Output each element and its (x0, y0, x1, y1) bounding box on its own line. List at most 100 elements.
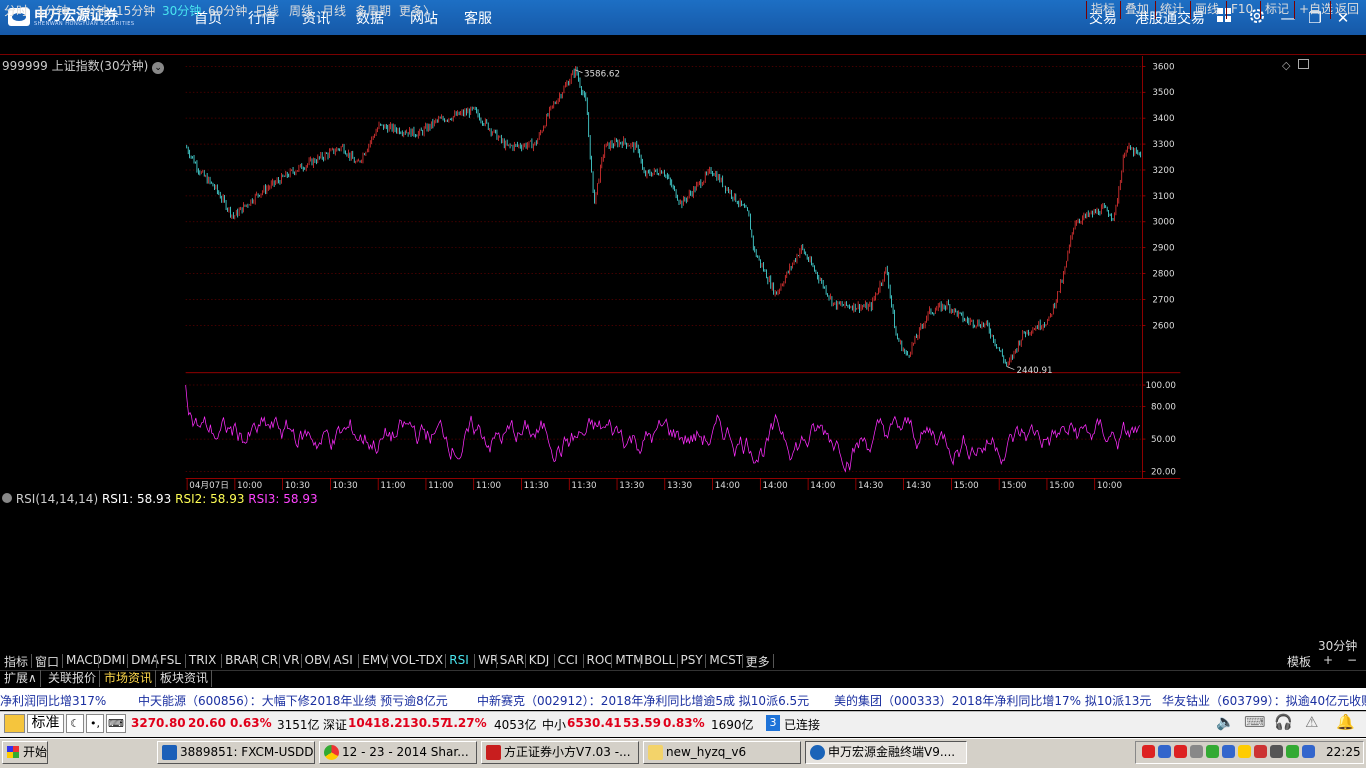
news-item[interactable]: 净利润同比增317% (0, 692, 106, 709)
ext-sector-news[interactable]: 板块资讯 (157, 670, 213, 687)
tool-f10[interactable]: F10 (1226, 1, 1257, 19)
tray-app-icon[interactable] (1142, 745, 1155, 758)
alert-icon[interactable]: ⚠ (1305, 713, 1318, 731)
moon-icon[interactable]: ☾ (66, 714, 84, 733)
keyboard-icon[interactable]: ⌨ (106, 714, 126, 733)
tray-app-icon[interactable] (1270, 745, 1283, 758)
index-tab[interactable]: BRAR (225, 653, 258, 667)
index-tab[interactable]: 更多 (746, 653, 770, 670)
index-tab[interactable]: 指标 (4, 653, 28, 670)
ext-market-news[interactable]: 市场资讯 (101, 670, 157, 687)
index-tab[interactable]: SAR (500, 653, 524, 667)
sh-index-pct: 0.63% (230, 716, 272, 730)
index-tab[interactable]: DMA (131, 653, 159, 667)
tab-divider (257, 654, 259, 668)
tool-mark[interactable]: 标记 (1260, 1, 1293, 19)
connection-count: 3 (766, 715, 780, 731)
news-item[interactable]: 中新赛克（002912）：2018年净利同比增逾5成 拟10派6.5元 (477, 692, 809, 709)
start-button[interactable]: 开始 (2, 741, 48, 764)
task-label: 方正证券小方V7.03 -... (504, 745, 631, 759)
period-60min[interactable]: 60分钟 (208, 2, 247, 19)
task-folder[interactable]: new_hyzq_v6 (643, 741, 801, 764)
task-fxcm[interactable]: 3889851: FXCM-USDDe... (157, 741, 315, 764)
tray-app-icon[interactable] (1174, 745, 1187, 758)
index-tab[interactable]: CCI (558, 653, 578, 667)
period-5min[interactable]: 5分钟 (77, 2, 109, 19)
tab-divider (611, 654, 613, 668)
period-tick[interactable]: 分时 (4, 2, 28, 19)
panel-toggle-icon[interactable] (1298, 59, 1309, 69)
task-chrome[interactable]: 12 - 23 - 2014 Shar... (319, 741, 477, 764)
chart-canvas[interactable]: 3600 3500 3400 3300 3200 3100 3000 2900 2800 2700… (0, 56, 1366, 490)
period-more[interactable]: 更多〉 (399, 2, 435, 19)
index-tab[interactable]: 窗口 (35, 653, 59, 670)
bell-icon[interactable]: 🔔 (1336, 713, 1355, 731)
period-month[interactable]: 月线 (322, 2, 346, 19)
chevron-down-icon[interactable]: ⌄ (152, 62, 165, 74)
sz-index-value: 10418.2 (348, 716, 403, 730)
index-tab[interactable]: ROC (587, 653, 613, 667)
index-tab[interactable]: CR (261, 653, 278, 667)
period-day[interactable]: 日线 (255, 2, 279, 19)
news-item[interactable]: 中天能源（600856）：大幅下修2018年业绩 预亏逾8亿元 (138, 692, 448, 709)
app-mode-icon[interactable] (4, 714, 25, 733)
period-30min[interactable]: 30分钟 (162, 2, 201, 19)
ext-related-quotes[interactable]: 关联报价 (45, 670, 101, 687)
nav-service[interactable]: 客服 (464, 8, 492, 28)
sz-index-amount: 4053亿 (494, 718, 537, 732)
period-15min[interactable]: 15分钟 (116, 2, 155, 19)
speaker-icon[interactable]: 🔈 (1216, 713, 1235, 731)
tray-app-icon[interactable] (1238, 745, 1251, 758)
tray-app-icon[interactable] (1222, 745, 1235, 758)
template-button[interactable]: 模板 (1287, 653, 1311, 670)
tool-overlay[interactable]: 叠加 (1120, 1, 1153, 19)
index-tab[interactable]: ASI (333, 653, 352, 667)
tray-app-icon[interactable] (1286, 745, 1299, 758)
index-tab[interactable]: MACD (66, 653, 102, 667)
period-1min[interactable]: 1分钟 (37, 2, 69, 19)
index-tab[interactable]: VR (283, 653, 300, 667)
index-tab[interactable]: DMI (102, 653, 125, 667)
tab-divider (387, 654, 389, 668)
task-founder[interactable]: 方正证券小方V7.03 -... (481, 741, 639, 764)
index-tab[interactable]: VOL-TDX (391, 653, 443, 667)
tray-app-icon[interactable] (1254, 745, 1267, 758)
tray-app-icon[interactable] (1206, 745, 1219, 758)
circle-toggle-icon[interactable] (2, 493, 12, 503)
ext-expand[interactable]: 扩展∧ (1, 670, 41, 687)
index-tab[interactable]: BOLL (644, 653, 675, 667)
tool-indicator[interactable]: 指标 (1086, 1, 1119, 19)
index-tab[interactable]: KDJ (529, 653, 550, 667)
mode-standard[interactable]: 标准 (27, 714, 64, 733)
punctuation-icon[interactable]: •, (86, 714, 104, 733)
news-item[interactable]: 华友钴业（603799）：拟逾40亿元收购 (1162, 692, 1366, 709)
index-tab[interactable]: OBV (305, 653, 331, 667)
remove-pane-button[interactable]: − (1347, 653, 1357, 667)
index-tab[interactable]: PSY (681, 653, 703, 667)
keyboard-tray-icon[interactable]: ⌨ (1244, 713, 1266, 731)
period-week[interactable]: 周线 (289, 2, 313, 19)
tool-back[interactable]: 返回 (1330, 1, 1363, 19)
diamond-icon[interactable]: ◇ (1282, 59, 1290, 72)
index-tab[interactable]: EMV (362, 653, 388, 667)
rsi-y-tick-label: 80.00 (1151, 403, 1176, 413)
tool-stats[interactable]: 统计 (1155, 1, 1188, 19)
task-shenwan[interactable]: 申万宏源金融终端V9.... (805, 741, 967, 764)
y-tick-label: 3500 (1152, 88, 1174, 98)
tray-app-icon[interactable] (1190, 745, 1203, 758)
sh-index-value: 3270.80 (131, 716, 186, 730)
index-tab[interactable]: TRIX (189, 653, 216, 667)
index-tab[interactable]: RSI (449, 653, 469, 667)
add-pane-button[interactable]: + (1323, 653, 1333, 667)
index-tab[interactable]: MTM (615, 653, 643, 667)
news-item[interactable]: 美的集团（000333）2018年净利同比增17% 拟10派13元 (834, 692, 1151, 709)
tray-app-icon[interactable] (1158, 745, 1171, 758)
x-tick-label: 11:30 (571, 481, 596, 490)
period-multi[interactable]: 多周期 (355, 2, 391, 19)
low-marker (1006, 366, 1015, 370)
tray-app-icon[interactable] (1302, 745, 1315, 758)
headset-icon[interactable]: 🎧 (1274, 713, 1293, 731)
tool-draw[interactable]: 画线 (1190, 1, 1223, 19)
index-tab[interactable]: FSL (160, 653, 181, 667)
index-tab[interactable]: MCST (709, 653, 743, 667)
